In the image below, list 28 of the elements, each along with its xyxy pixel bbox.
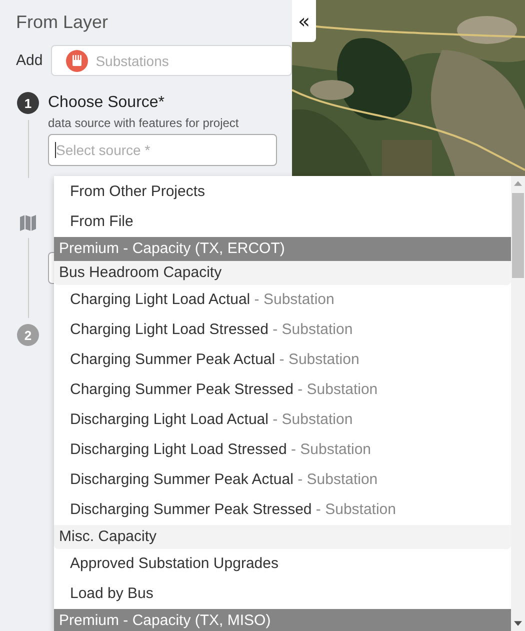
menu-option[interactable]: Load by Bus	[54, 579, 511, 609]
group-header: Misc. Capacity	[54, 525, 511, 549]
group-header: Premium - Capacity (TX, MISO)	[54, 609, 511, 631]
menu-option[interactable]: Discharging Summer Peak Stressed - Substation	[54, 495, 511, 525]
menu-option[interactable]: Discharging Light Load Stressed - Substation	[54, 435, 511, 465]
step-subtitle: data source with features for project	[48, 116, 240, 130]
step-number: 2	[17, 324, 39, 346]
substation-icon	[66, 50, 88, 72]
menu-option[interactable]: Discharging Light Load Actual - Substation	[54, 405, 511, 435]
scroll-down-icon[interactable]	[514, 621, 522, 626]
group-header: Premium - Capacity (TX, ERCOT)	[54, 237, 511, 261]
scroll-up-icon[interactable]	[514, 181, 522, 186]
add-label: Add	[16, 52, 43, 69]
menu-option[interactable]: Discharging Summer Peak Actual - Substation	[54, 465, 511, 495]
step-title: Choose Source*	[48, 93, 166, 113]
menu-option[interactable]: Approved Substation Upgrades	[54, 549, 511, 579]
map-icon	[19, 214, 37, 232]
scroll-thumb[interactable]	[512, 193, 524, 278]
menu-option[interactable]: From Other Projects	[54, 177, 511, 207]
menu-option[interactable]: Charging Summer Peak Actual - Substation	[54, 345, 511, 375]
menu-option[interactable]: From File	[54, 207, 511, 237]
panel-title: From Layer	[16, 12, 110, 33]
menu-option[interactable]: Charging Summer Peak Stressed - Substation	[54, 375, 511, 405]
menu-option[interactable]: Charging Light Load Stressed - Substation	[54, 315, 511, 345]
group-header: Bus Headroom Capacity	[54, 261, 511, 285]
step-number: 1	[17, 92, 39, 114]
menu-option[interactable]: Charging Light Load Actual - Substation	[54, 285, 511, 315]
collapse-button[interactable]: «	[292, 0, 316, 42]
